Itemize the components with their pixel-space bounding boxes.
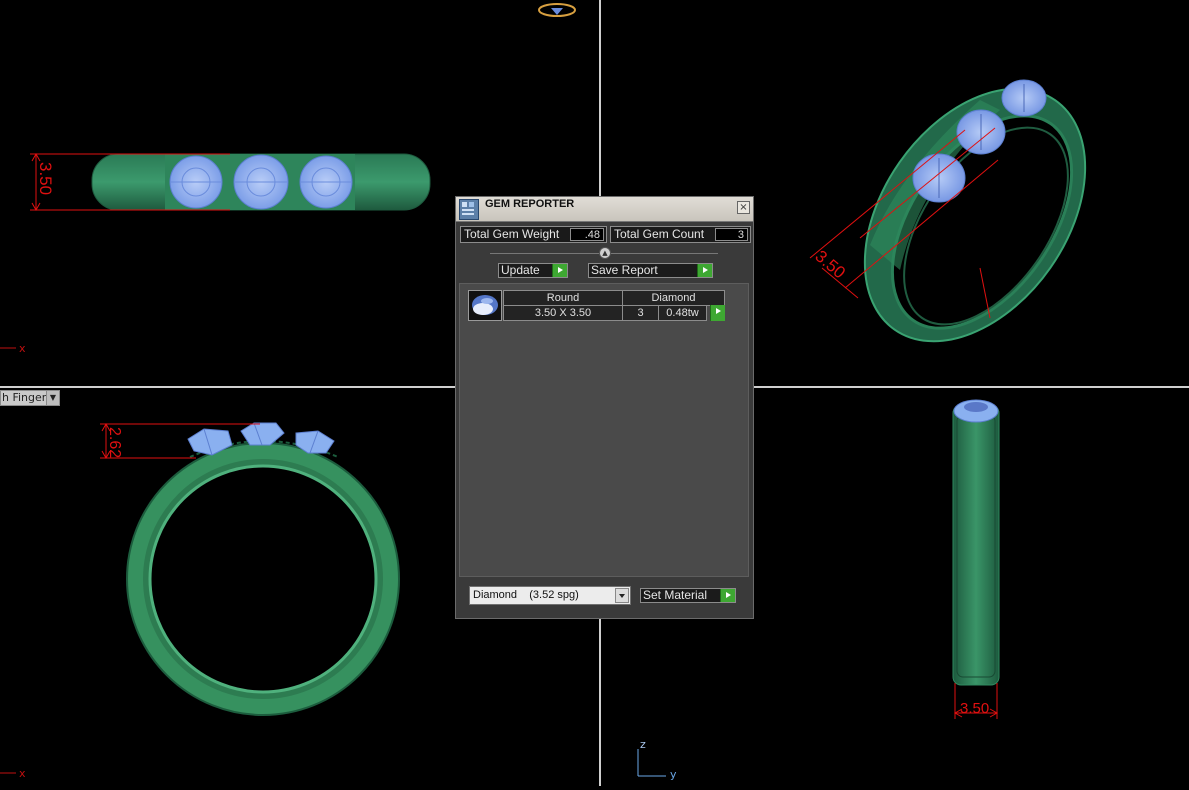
material-select[interactable]: Diamond (3.52 spg) bbox=[469, 586, 631, 605]
update-label: Update bbox=[501, 263, 540, 277]
play-icon[interactable] bbox=[697, 264, 712, 277]
dimension-label: 2.62 bbox=[106, 427, 123, 458]
ring-band bbox=[952, 404, 1000, 686]
gem-count-cell: 3 bbox=[622, 305, 659, 321]
dimension-label: 3.50 bbox=[36, 162, 55, 195]
play-icon[interactable] bbox=[552, 264, 567, 277]
gem-thumbnail-icon[interactable] bbox=[468, 290, 502, 321]
viewport-view-dropdown[interactable]: h Finger ▼ bbox=[0, 390, 60, 406]
dialog-titlebar[interactable]: GEM REPORTER × bbox=[456, 197, 753, 222]
total-gem-weight-value: .48 bbox=[570, 228, 604, 241]
axis-y-label: y bbox=[670, 768, 677, 781]
play-icon[interactable] bbox=[720, 589, 735, 602]
gem-mesh-group bbox=[953, 399, 999, 423]
total-gem-weight-field: Total Gem Weight .48 bbox=[460, 226, 607, 243]
save-report-label: Save Report bbox=[591, 263, 658, 277]
dialog-title: GEM REPORTER bbox=[485, 198, 575, 210]
axis-z-label: z bbox=[640, 738, 646, 751]
gem-reporter-icon bbox=[459, 199, 479, 220]
panel-slider-handle[interactable]: ▲ bbox=[599, 247, 611, 259]
gem-reporter-dialog: GEM REPORTER × Total Gem Weight .48 Tota… bbox=[455, 196, 754, 619]
gem-weight-cell: 0.48tw bbox=[658, 305, 707, 321]
gem-row-action-button[interactable] bbox=[707, 305, 725, 321]
gem-mesh-group bbox=[169, 154, 353, 210]
ring-inner bbox=[148, 464, 378, 694]
total-gem-weight-label: Total Gem Weight bbox=[464, 227, 560, 241]
total-gem-count-field: Total Gem Count 3 bbox=[610, 226, 751, 243]
close-icon[interactable]: × bbox=[737, 201, 750, 214]
axis-x-label: x bbox=[19, 342, 26, 355]
set-material-label: Set Material bbox=[643, 588, 708, 602]
save-report-button[interactable]: Save Report bbox=[588, 263, 713, 278]
material-select-value: Diamond (3.52 spg) bbox=[473, 589, 579, 601]
chevron-down-icon[interactable] bbox=[615, 588, 629, 603]
set-material-button[interactable]: Set Material bbox=[640, 588, 736, 603]
view-indicator-icon bbox=[538, 3, 576, 17]
gem-shape-header: Round bbox=[503, 290, 623, 306]
gem-material-header: Diamond bbox=[622, 290, 725, 306]
gem-size-cell: 3.50 X 3.50 bbox=[503, 305, 623, 321]
update-button[interactable]: Update bbox=[498, 263, 568, 278]
play-icon[interactable] bbox=[710, 305, 725, 321]
total-gem-count-label: Total Gem Count bbox=[614, 227, 705, 241]
viewport-view-label: h Finger bbox=[2, 391, 47, 404]
axis-x-label: x bbox=[19, 767, 26, 780]
total-gem-count-value: 3 bbox=[715, 228, 748, 241]
dimension-label: 3.50 bbox=[960, 700, 989, 717]
gem-list-panel[interactable]: Round Diamond 3.50 X 3.50 3 0.48tw bbox=[459, 283, 749, 577]
chevron-down-icon[interactable]: ▼ bbox=[46, 391, 59, 405]
